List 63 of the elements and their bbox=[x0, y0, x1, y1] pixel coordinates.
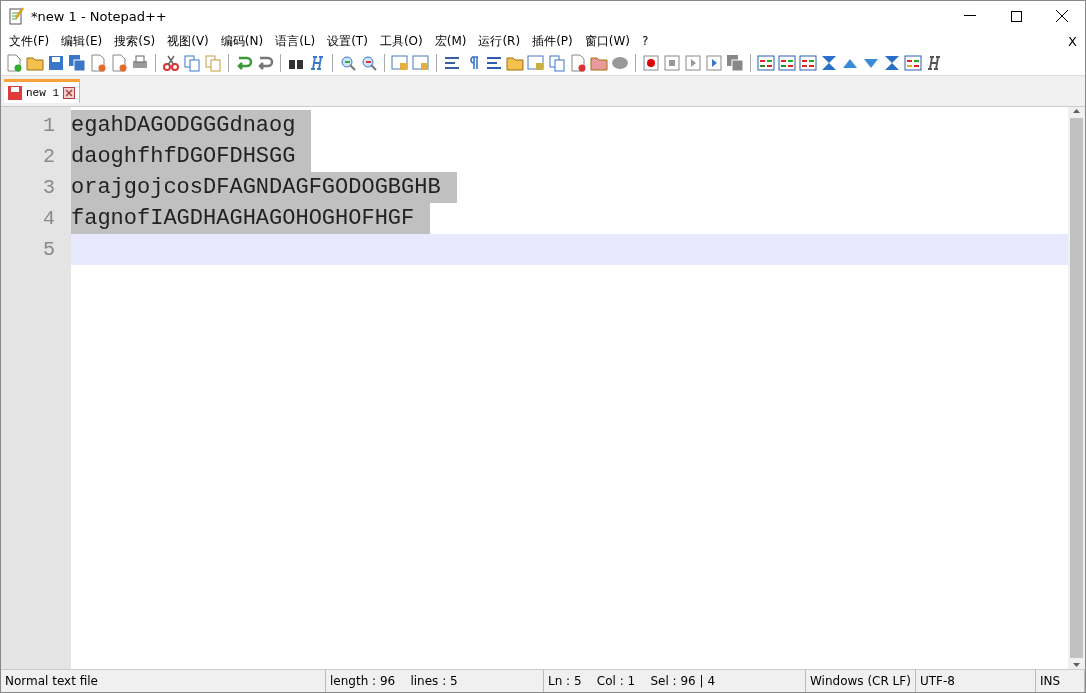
menu-item[interactable]: 文件(F) bbox=[3, 32, 56, 50]
line-number: 4 bbox=[42, 206, 56, 232]
line-number: 1 bbox=[42, 113, 56, 139]
status-text: length : 96 lines : 5 bbox=[326, 670, 544, 692]
menu-item[interactable]: 窗口(W) bbox=[578, 32, 636, 50]
menu-item[interactable]: 编辑(E) bbox=[55, 32, 109, 50]
menu-item[interactable]: ? bbox=[635, 34, 655, 48]
window-lock-icon[interactable] bbox=[412, 54, 430, 72]
undo-icon[interactable] bbox=[235, 54, 253, 72]
maximize-icon bbox=[1010, 10, 1022, 22]
menu-item[interactable]: 插件(P) bbox=[526, 32, 579, 50]
status-text: UTF-8 bbox=[916, 670, 1036, 692]
list-remove-icon[interactable] bbox=[799, 54, 817, 72]
close-icon bbox=[1056, 10, 1068, 22]
document-tab[interactable]: new 1 bbox=[4, 79, 80, 103]
new-file-icon[interactable] bbox=[5, 54, 23, 72]
save-macro-icon[interactable] bbox=[726, 54, 744, 72]
open-folder-icon[interactable] bbox=[26, 54, 44, 72]
menu-item[interactable]: 设置(T) bbox=[321, 32, 374, 50]
status-text: Windows (CR LF) bbox=[806, 670, 916, 692]
scroll-up-icon[interactable] bbox=[1072, 107, 1081, 116]
menu-item[interactable]: 运行(R) bbox=[472, 32, 527, 50]
bookmark-icon[interactable] bbox=[757, 54, 775, 72]
stop-icon[interactable] bbox=[663, 54, 681, 72]
zoom-in-icon[interactable] bbox=[339, 54, 357, 72]
wrap-icon[interactable] bbox=[443, 54, 461, 72]
line-number: 2 bbox=[42, 144, 56, 170]
menu-item[interactable]: 工具(O) bbox=[373, 32, 429, 50]
tab-close-icon[interactable] bbox=[63, 86, 75, 99]
window-title: *new 1 - Notepad++ bbox=[31, 8, 168, 24]
menu-item[interactable]: 视图(V) bbox=[161, 32, 215, 50]
record-icon[interactable] bbox=[642, 54, 660, 72]
menu-item[interactable]: 宏(M) bbox=[428, 32, 473, 50]
documents-icon[interactable] bbox=[548, 54, 566, 72]
play-icon[interactable] bbox=[684, 54, 702, 72]
scrollbar-thumb[interactable] bbox=[1070, 118, 1083, 658]
menu-item[interactable]: 编码(N) bbox=[214, 32, 270, 50]
notepad-icon bbox=[9, 7, 25, 25]
status-text: INS bbox=[1036, 670, 1085, 692]
redo-icon[interactable] bbox=[256, 54, 274, 72]
status-text: Ln : 5 Col : 1 Sel : 96 | 4 bbox=[544, 670, 806, 692]
cut-icon[interactable] bbox=[162, 54, 180, 72]
line-number: 3 bbox=[42, 175, 56, 201]
collapse-icon[interactable] bbox=[820, 54, 838, 72]
menu-item[interactable]: 语言(L) bbox=[269, 32, 322, 50]
close-all-icon[interactable] bbox=[110, 54, 128, 72]
close-file-icon[interactable] bbox=[89, 54, 107, 72]
window-lock-icon[interactable] bbox=[391, 54, 409, 72]
save-all-icon[interactable] bbox=[68, 54, 86, 72]
indent-guide-icon[interactable] bbox=[485, 54, 503, 72]
status-text: Normal text file bbox=[1, 670, 326, 692]
line-number: 5 bbox=[42, 237, 56, 263]
close-document-button[interactable]: X bbox=[1068, 33, 1077, 49]
copy-icon[interactable] bbox=[183, 54, 201, 72]
zoom-out-icon[interactable] bbox=[360, 54, 378, 72]
expand-icon[interactable] bbox=[883, 54, 901, 72]
list-icon[interactable] bbox=[778, 54, 796, 72]
save-icon[interactable] bbox=[47, 54, 65, 72]
minimize-icon bbox=[964, 15, 976, 17]
italic-h-icon[interactable] bbox=[925, 54, 943, 72]
menu-item[interactable]: 搜索(S) bbox=[108, 32, 162, 50]
fast-forward-icon[interactable] bbox=[705, 54, 723, 72]
vertical-scrollbar[interactable] bbox=[1068, 107, 1085, 669]
